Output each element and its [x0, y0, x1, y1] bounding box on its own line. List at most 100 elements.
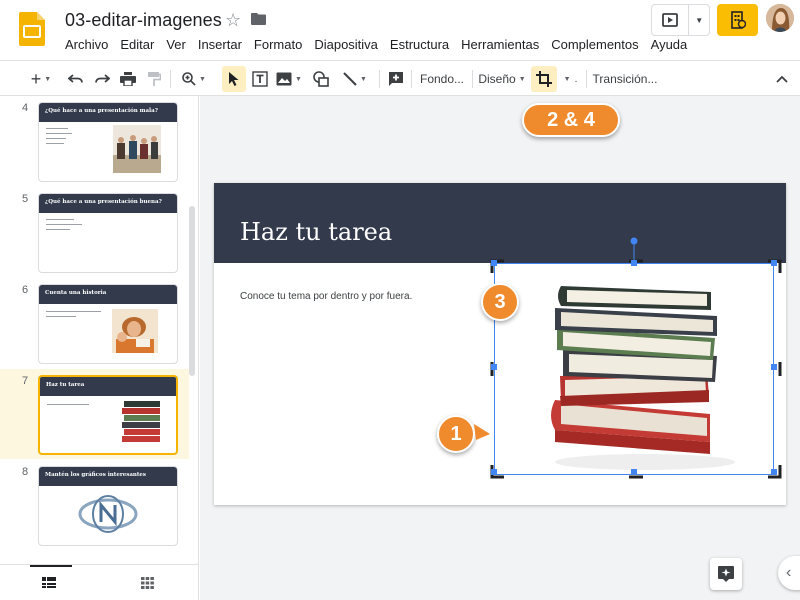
undo-button[interactable]	[64, 66, 88, 92]
rotate-handle[interactable]	[630, 237, 638, 245]
thumbnail-title: Haz tu tarea	[46, 382, 85, 388]
present-button[interactable]	[652, 5, 690, 35]
thumbnail-text-line	[47, 404, 89, 405]
text-box-button[interactable]	[249, 66, 271, 92]
paint-format-button[interactable]	[142, 66, 166, 92]
chevron-down-icon: ▼	[295, 75, 302, 83]
thumbnail-text-line	[46, 224, 82, 225]
filmstrip-view-icon[interactable]	[42, 577, 56, 589]
editor-canvas[interactable]: Haz tu tarea Conoce tu tema por dentro y…	[200, 96, 800, 600]
zoom-button[interactable]: ▼	[176, 66, 212, 92]
add-comment-icon	[389, 72, 403, 86]
filmstrip-scrollbar[interactable]	[189, 206, 195, 376]
crop-image-button[interactable]	[531, 66, 557, 92]
menu-complementos[interactable]: Complementos	[545, 36, 644, 54]
print-icon	[120, 72, 136, 86]
shape-icon	[313, 71, 329, 87]
plus-icon: +	[30, 69, 42, 89]
menu-ver[interactable]: Ver	[160, 36, 192, 54]
filmstrip-slide-selected[interactable]: 7 Haz tu tarea	[0, 369, 189, 459]
user-avatar[interactable]	[766, 4, 794, 32]
slide-thumbnail[interactable]: Mantén los gráficos interesantes	[38, 466, 178, 546]
explore-icon	[718, 566, 734, 582]
menu-bar: Archivo Editar Ver Insertar Formato Diap…	[59, 36, 693, 54]
chevron-up-icon	[776, 75, 788, 83]
chevron-down-icon: ▼	[199, 75, 206, 83]
crop-options-button[interactable]: ▼ .	[558, 66, 580, 92]
menu-editar[interactable]: Editar	[114, 36, 160, 54]
filmstrip-slide[interactable]: 4 ¿Qué hace a una presentación mala?	[0, 96, 189, 186]
menu-archivo[interactable]: Archivo	[59, 36, 114, 54]
callout-step-3: 3	[481, 283, 519, 321]
filmstrip-panel: 4 ¿Qué hace a una presentación mala? 5 ¿…	[0, 96, 199, 600]
slide-number: 6	[22, 284, 29, 296]
share-icon	[730, 11, 746, 29]
menu-ayuda[interactable]: Ayuda	[645, 36, 694, 54]
redo-button[interactable]	[90, 66, 114, 92]
transition-button[interactable]: Transición...	[591, 66, 659, 92]
grid-view-icon[interactable]	[141, 577, 154, 589]
slide-thumbnail[interactable]: Cuenta una historia	[38, 284, 178, 364]
add-comment-button[interactable]	[385, 66, 407, 92]
callout-crop-steps: 2 & 4	[522, 103, 620, 137]
slide-title[interactable]: Haz tu tarea	[240, 218, 392, 246]
paint-format-icon	[148, 72, 161, 86]
background-button[interactable]: Fondo...	[416, 66, 468, 92]
thumbnail-text-line	[46, 229, 70, 230]
collapse-toolbar-button[interactable]	[770, 66, 794, 92]
thumbnail-text-line	[46, 311, 101, 312]
present-options-chevron-down-icon[interactable]: ▼	[689, 5, 709, 35]
new-slide-button[interactable]: + ▼	[22, 66, 60, 92]
layout-label: Diseño	[478, 72, 516, 86]
thumbnail-title: Mantén los gráficos interesantes	[45, 472, 147, 478]
slide-thumbnail[interactable]: Haz tu tarea	[38, 375, 178, 455]
toolbar-separator	[170, 70, 171, 88]
share-button[interactable]	[717, 4, 758, 36]
toolbar-separator	[472, 70, 473, 88]
more-dot: .	[574, 73, 578, 85]
slide-page[interactable]: Haz tu tarea Conoce tu tema por dentro y…	[214, 183, 786, 505]
slides-logo-icon[interactable]	[19, 12, 45, 46]
undo-icon	[68, 74, 83, 83]
slide-thumbnail[interactable]: ¿Qué hace a una presentación mala?	[38, 102, 178, 182]
layout-button[interactable]: Diseño ▼	[477, 66, 527, 92]
filmstrip-slide[interactable]: 5 ¿Qué hace a una presentación buena?	[0, 187, 189, 277]
filmstrip-view-switch	[0, 564, 198, 600]
menu-herramientas[interactable]: Herramientas	[455, 36, 545, 54]
present-icon	[662, 13, 679, 27]
selection-handles[interactable]	[488, 233, 788, 483]
menu-insertar[interactable]: Insertar	[192, 36, 248, 54]
thumbnail-title: ¿Qué hace a una presentación buena?	[45, 199, 162, 205]
image-icon	[276, 72, 292, 86]
filmstrip-slide[interactable]: 6 Cuenta una historia	[0, 278, 189, 368]
menu-estructura[interactable]: Estructura	[384, 36, 455, 54]
chevron-down-icon: ▼	[44, 75, 52, 83]
select-tool-button[interactable]	[222, 66, 246, 92]
print-button[interactable]	[116, 66, 140, 92]
explore-button[interactable]	[710, 558, 742, 590]
chevron-down-icon: ▼	[563, 75, 571, 83]
slide-thumbnail[interactable]: ¿Qué hace a una presentación buena?	[38, 193, 178, 273]
thumbnail-photo-family	[112, 309, 158, 353]
active-view-indicator	[30, 565, 72, 567]
insert-image-button[interactable]: ▼	[274, 66, 304, 92]
redo-icon	[95, 74, 110, 83]
toolbar-separator	[379, 70, 380, 88]
menu-formato[interactable]: Formato	[248, 36, 308, 54]
cursor-icon	[229, 72, 239, 86]
shape-button[interactable]	[309, 66, 333, 92]
slide-body-text[interactable]: Conoce tu tema por dentro y por fuera.	[240, 291, 412, 302]
thumbnail-header: Mantén los gráficos interesantes	[39, 467, 177, 486]
star-icon[interactable]: ☆	[225, 10, 241, 30]
filmstrip-slide[interactable]: 8 Mantén los gráficos interesantes	[0, 460, 189, 550]
thumbnail-title: Cuenta una historia	[45, 290, 107, 296]
slide-number: 5	[22, 193, 29, 205]
chevron-down-icon: ▼	[518, 75, 526, 83]
toolbar-separator	[586, 70, 587, 88]
slide-number: 8	[22, 466, 29, 478]
menu-diapositiva[interactable]: Diapositiva	[308, 36, 384, 54]
line-button[interactable]: ▼	[337, 66, 373, 92]
folder-icon[interactable]	[251, 13, 266, 25]
document-title[interactable]: 03-editar-imagenes	[65, 10, 222, 31]
side-panel-toggle[interactable]: ‹	[778, 556, 800, 590]
